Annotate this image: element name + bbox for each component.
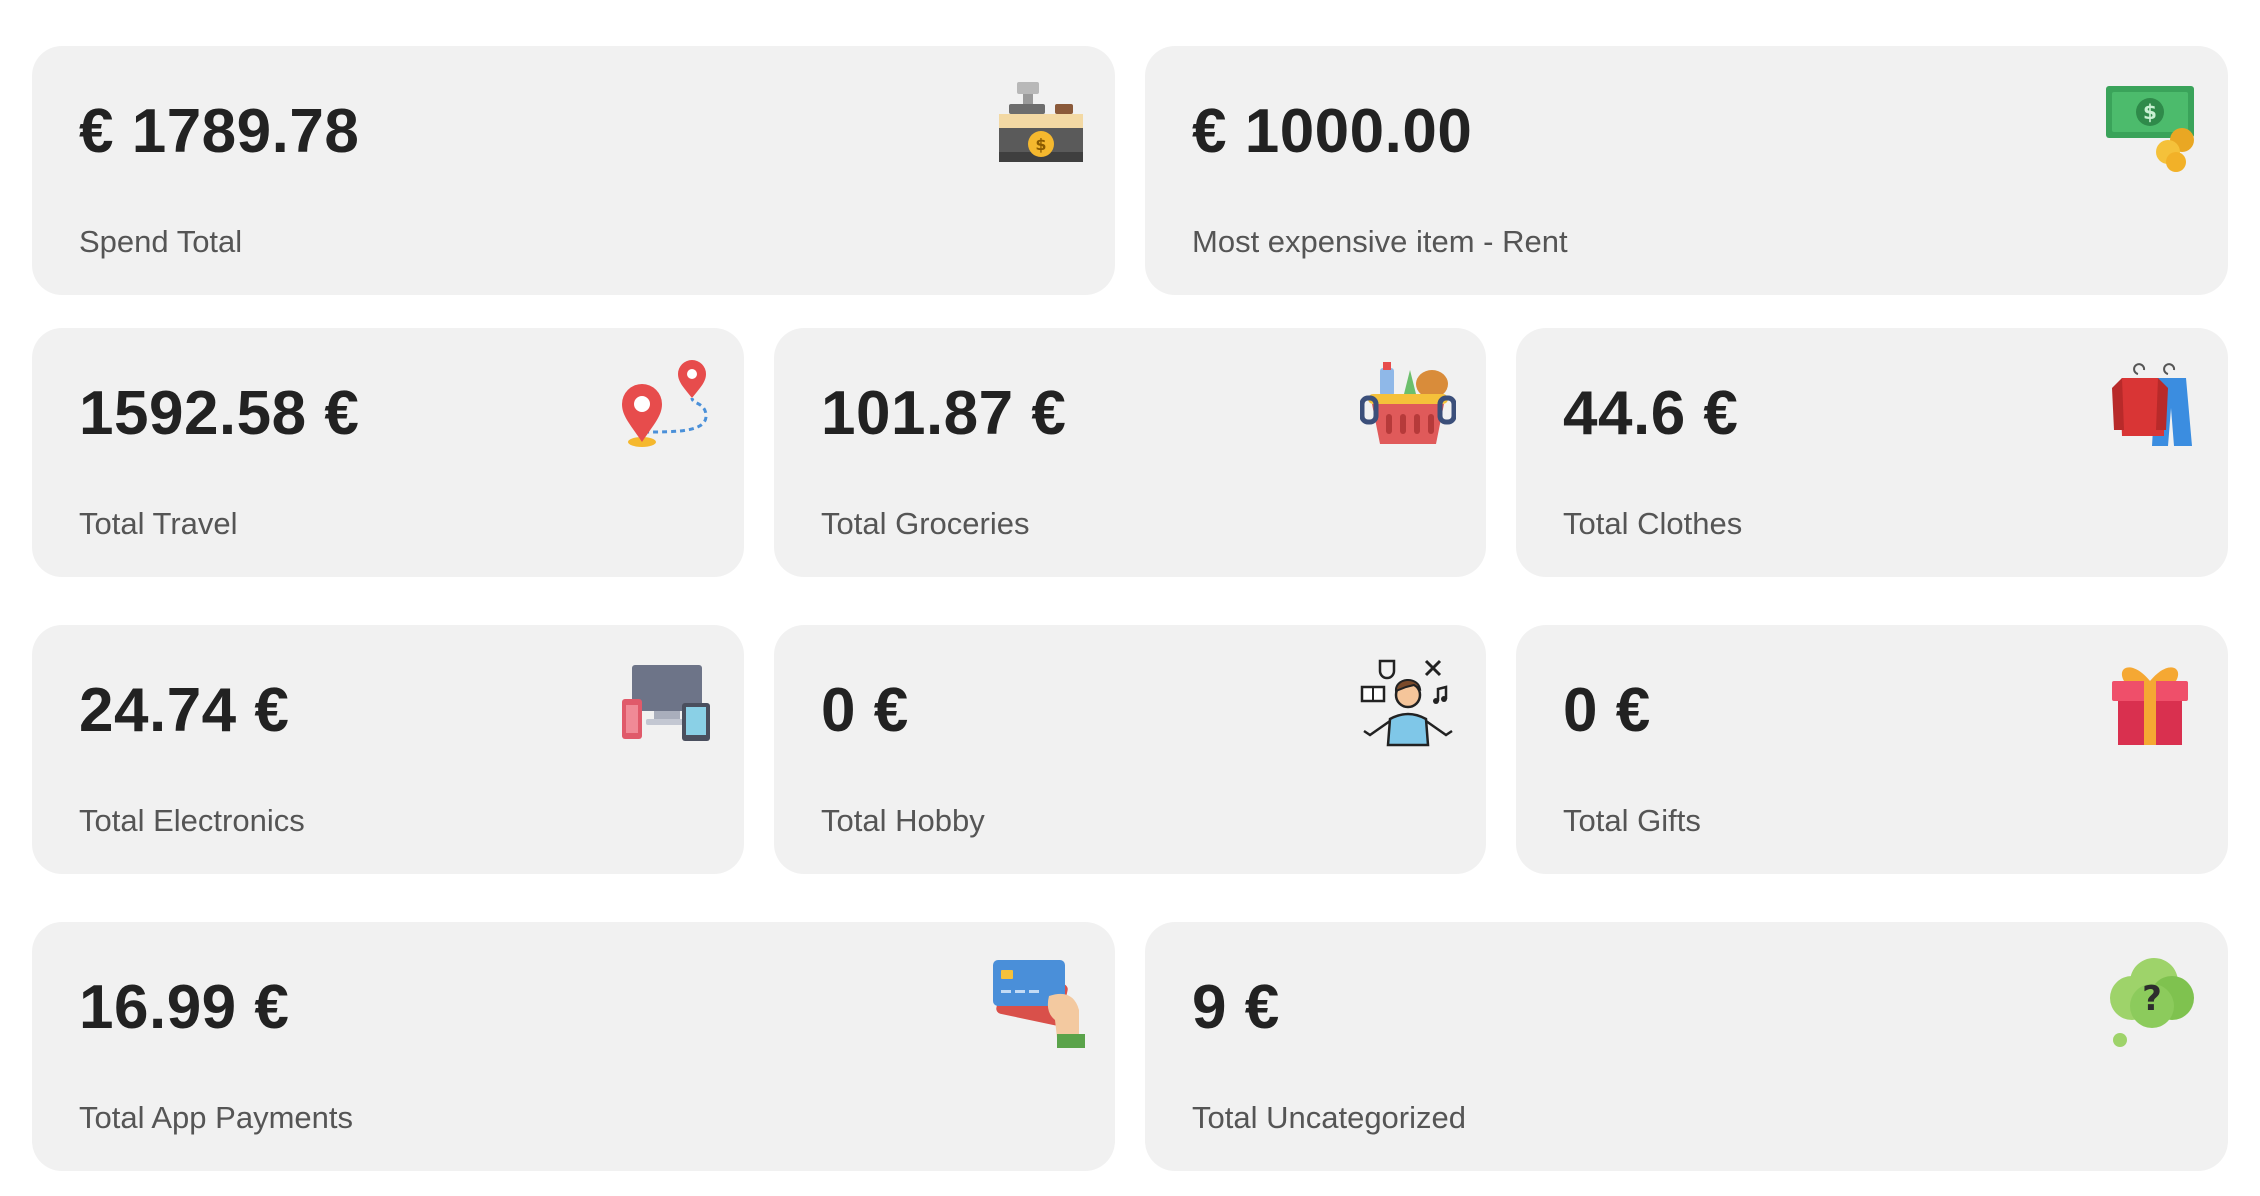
card-label: Total Uncategorized bbox=[1192, 1100, 1466, 1135]
svg-text:?: ? bbox=[2142, 979, 2162, 1019]
card-total-groceries: 101.87 € Total Groceries bbox=[774, 328, 1486, 577]
card-value: 44.6 € bbox=[1563, 379, 1739, 448]
card-value: 9 € bbox=[1192, 973, 1280, 1042]
card-value: 16.99 € bbox=[79, 973, 290, 1042]
grocery-basket-icon bbox=[1360, 358, 1456, 454]
credit-card-hand-icon bbox=[989, 952, 1085, 1048]
svg-text:$: $ bbox=[1035, 135, 1046, 154]
hobby-person-icon bbox=[1360, 655, 1456, 751]
card-label: Total Electronics bbox=[79, 803, 305, 838]
card-value: 0 € bbox=[1563, 676, 1651, 745]
card-label: Total App Payments bbox=[79, 1100, 353, 1135]
banknote-coins-icon: $ bbox=[2102, 76, 2198, 172]
card-value: 101.87 € bbox=[821, 379, 1067, 448]
card-most-expensive: € 1000.00 Most expensive item - Rent $ bbox=[1145, 46, 2228, 295]
card-value: 0 € bbox=[821, 676, 909, 745]
card-total-electronics: 24.74 € Total Electronics bbox=[32, 625, 744, 874]
card-label: Total Gifts bbox=[1563, 803, 1701, 838]
card-total-clothes: 44.6 € Total Clothes bbox=[1516, 328, 2228, 577]
route-pins-icon bbox=[618, 358, 714, 454]
card-total-uncategorized: 9 € Total Uncategorized ? bbox=[1145, 922, 2228, 1171]
card-value: 1592.58 € bbox=[79, 379, 360, 448]
card-value: € 1789.78 bbox=[79, 97, 360, 166]
svg-text:$: $ bbox=[2143, 100, 2157, 124]
card-label: Total Groceries bbox=[821, 506, 1030, 541]
card-label: Most expensive item - Rent bbox=[1192, 224, 1568, 259]
card-total-gifts: 0 € Total Gifts bbox=[1516, 625, 2228, 874]
card-value: 24.74 € bbox=[79, 676, 290, 745]
gift-box-icon bbox=[2102, 655, 2198, 751]
card-total-travel: 1592.58 € Total Travel bbox=[32, 328, 744, 577]
devices-icon bbox=[618, 655, 714, 751]
card-total-app-payments: 16.99 € Total App Payments bbox=[32, 922, 1115, 1171]
card-spend-total: € 1789.78 Spend Total $ bbox=[32, 46, 1115, 295]
card-label: Total Travel bbox=[79, 506, 238, 541]
question-bubble-icon: ? bbox=[2102, 952, 2198, 1048]
card-total-hobby: 0 € Total Hobby bbox=[774, 625, 1486, 874]
card-label: Total Clothes bbox=[1563, 506, 1743, 541]
card-label: Spend Total bbox=[79, 224, 243, 259]
cash-register-icon: $ bbox=[989, 76, 1085, 172]
card-label: Total Hobby bbox=[821, 803, 985, 838]
card-value: € 1000.00 bbox=[1192, 97, 1473, 166]
clothes-hangers-icon bbox=[2102, 358, 2198, 454]
